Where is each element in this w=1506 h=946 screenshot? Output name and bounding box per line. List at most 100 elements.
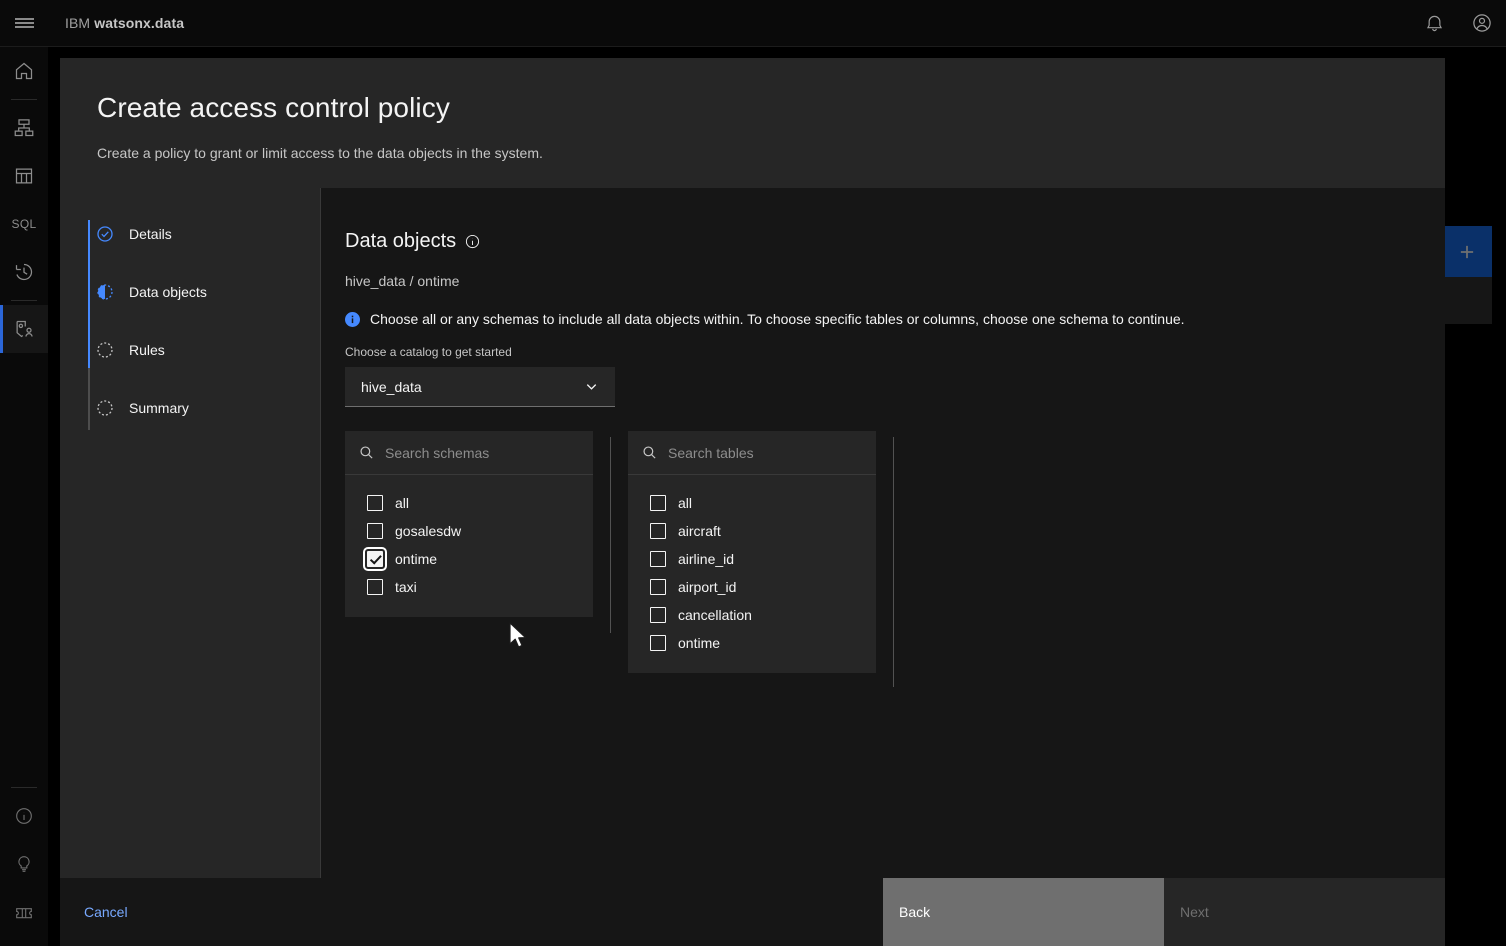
brand-prefix: IBM [65,15,91,31]
dashed-circle-icon [97,400,113,416]
hamburger-menu-icon[interactable] [0,0,48,47]
list-item[interactable]: airport_id [628,573,876,601]
panel-divider [610,437,611,633]
list-item[interactable]: ontime [628,629,876,657]
table-checkbox[interactable] [650,523,666,539]
sidebar-item-query-history[interactable] [0,248,48,296]
tables-list: all aircraft airline_id airport_id cance… [628,475,876,673]
hamburger-bar [14,18,34,20]
cancel-button[interactable]: Cancel [60,878,883,946]
progress-step-label: Data objects [129,284,207,300]
list-item-label: all [395,495,410,511]
table-checkbox[interactable] [650,579,666,595]
sidebar-item-about[interactable] [0,792,48,840]
chevron-down-icon [586,384,597,390]
modal-header: Create access control policy Create a po… [60,58,1445,188]
schema-checkbox[interactable] [367,495,383,511]
info-banner-text: Choose all or any schemas to include all… [370,311,1185,327]
progress-step-label: Details [129,226,172,242]
schemas-search[interactable] [345,431,593,475]
background-add-button[interactable] [1441,226,1492,277]
sidebar-item-tips[interactable] [0,840,48,888]
rail-divider [11,99,37,100]
tables-search-input[interactable] [668,444,848,461]
tables-search[interactable] [628,431,876,475]
list-item[interactable]: all [345,489,593,517]
checkmark-circle-icon [97,226,113,242]
section-information-icon[interactable] [465,234,480,249]
catalog-select[interactable]: hive_data [345,367,615,407]
create-policy-modal: Create access control policy Create a po… [60,58,1445,946]
sidebar-item-access-control[interactable] [0,305,48,353]
progress-step-summary[interactable]: Summary [60,392,320,424]
list-item-label: airport_id [678,579,737,595]
schema-checkbox[interactable] [367,579,383,595]
table-checkbox[interactable] [650,635,666,651]
background-panel [1441,277,1492,324]
list-item-label: cancellation [678,607,752,623]
info-banner: Choose all or any schemas to include all… [345,310,1445,328]
left-navigation-rail: SQL [0,47,48,946]
list-item-label: gosalesdw [395,523,462,539]
list-item-label: ontime [678,635,721,651]
list-item-label: ontime [395,551,438,567]
schema-checkbox[interactable] [367,523,383,539]
rail-divider [11,300,37,301]
schemas-list: all gosalesdw ontime taxi [345,475,593,617]
sidebar-item-infrastructure[interactable] [0,104,48,152]
hamburger-bar [14,26,34,28]
user-avatar-icon[interactable] [1458,0,1506,47]
progress-step-label: Rules [129,342,165,358]
rail-bottom-group [0,783,48,946]
list-item[interactable]: airline_id [628,545,876,573]
incomplete-circle-icon [97,284,113,300]
list-item-label: aircraft [678,523,721,539]
table-checkbox[interactable] [650,495,666,511]
tables-panel: all aircraft airline_id airport_id [628,431,876,673]
sidebar-item-sql[interactable]: SQL [0,200,48,248]
page-title: Create access control policy [97,92,450,123]
list-item[interactable]: gosalesdw [345,517,593,545]
breadcrumb: hive_data / ontime [345,273,460,289]
brand-name: watsonx.data [94,15,185,31]
schemas-search-input[interactable] [385,444,565,461]
sidebar-item-data-manager[interactable] [0,152,48,200]
panel-divider [893,437,894,687]
top-header: IBM watsonx.data [0,0,1506,47]
progress-step-details[interactable]: Details [60,218,320,250]
section-header: Data objects [345,230,1445,253]
list-item[interactable]: all [628,489,876,517]
object-pickers: all gosalesdw ontime taxi [345,431,1445,687]
data-objects-step: Data objects hive_data / ontime Choose a… [320,188,1445,878]
list-item[interactable]: taxi [345,573,593,601]
modal-footer: Cancel Back Next [60,878,1445,946]
progress-indicator: Details Data objects Rules Summary [60,188,320,878]
notifications-bell-icon[interactable] [1410,0,1458,47]
catalog-select-value: hive_data [361,378,422,395]
list-item[interactable]: cancellation [628,601,876,629]
page-subtitle: Create a policy to grant or limit access… [97,145,543,161]
header-actions [1410,0,1506,47]
table-checkbox[interactable] [650,551,666,567]
sql-label: SQL [11,217,37,231]
table-checkbox[interactable] [650,607,666,623]
progress-step-data-objects[interactable]: Data objects [60,276,320,308]
information-filled-icon [345,312,360,327]
next-button[interactable]: Next [1164,878,1445,946]
sidebar-item-home[interactable] [0,47,48,95]
schema-checkbox[interactable] [363,547,387,571]
list-item-label: taxi [395,579,417,595]
schemas-panel: all gosalesdw ontime taxi [345,431,593,617]
app-brand[interactable]: IBM watsonx.data [65,15,184,31]
catalog-select-label: Choose a catalog to get started [345,345,512,359]
back-button[interactable]: Back [883,878,1164,946]
search-icon [360,446,373,459]
progress-step-rules[interactable]: Rules [60,334,320,366]
list-item-label: all [678,495,693,511]
list-item[interactable]: aircraft [628,517,876,545]
search-icon [643,446,656,459]
hamburger-bar [14,22,34,24]
list-item[interactable]: ontime [345,545,593,573]
rail-divider [11,787,37,788]
sidebar-item-support[interactable] [0,888,48,936]
